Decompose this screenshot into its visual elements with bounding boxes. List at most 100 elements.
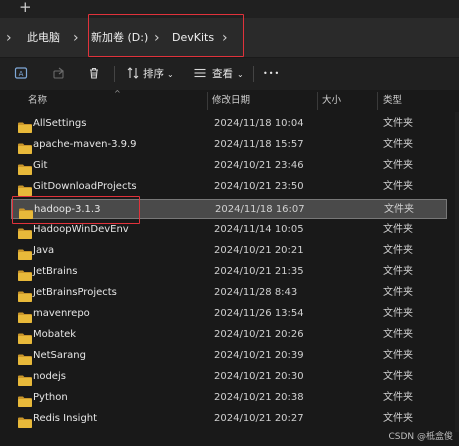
sort-ascending-icon: ^ <box>114 89 121 98</box>
table-row[interactable]: Java 2024/10/21 20:21 文件夹 <box>11 241 447 261</box>
table-row[interactable]: JetBrains 2024/10/21 21:35 文件夹 <box>11 262 447 282</box>
column-modified[interactable]: 修改日期 <box>212 94 250 107</box>
file-type: 文件夹 <box>383 371 413 382</box>
toolbar-separator <box>114 66 115 82</box>
file-type: 文件夹 <box>383 224 413 235</box>
table-row[interactable]: Redis Insight 2024/10/21 20:27 文件夹 <box>11 409 447 429</box>
file-type: 文件夹 <box>383 266 413 277</box>
file-type: 文件夹 <box>383 413 413 424</box>
breadcrumb-item-this-pc[interactable]: 此电脑 <box>27 30 60 46</box>
folder-icon <box>18 392 32 407</box>
file-name: GitDownloadProjects <box>33 181 137 192</box>
table-row[interactable]: JetBrainsProjects 2024/11/28 8:43 文件夹 <box>11 283 447 303</box>
file-name: nodejs <box>33 371 66 382</box>
table-row[interactable]: mavenrepo 2024/11/26 13:54 文件夹 <box>11 304 447 324</box>
folder-icon <box>18 371 32 386</box>
file-modified: 2024/10/21 23:46 <box>214 160 304 171</box>
delete-icon[interactable] <box>86 65 102 81</box>
column-divider[interactable] <box>207 92 208 110</box>
toolbar-separator <box>253 66 254 82</box>
file-modified: 2024/10/21 20:39 <box>214 350 304 361</box>
file-name: AllSettings <box>33 118 87 129</box>
rename-icon[interactable]: A <box>13 65 29 81</box>
table-row[interactable]: Python 2024/10/21 20:38 文件夹 <box>11 388 447 408</box>
file-type: 文件夹 <box>383 287 413 298</box>
scrollbar[interactable] <box>455 112 459 432</box>
column-header: ^ 名称 修改日期 大小 类型 <box>0 89 459 112</box>
highlight-box-breadcrumb <box>88 14 244 57</box>
file-name: HadoopWinDevEnv <box>33 224 129 235</box>
file-type: 文件夹 <box>383 392 413 403</box>
watermark: CSDN @柢盒俊 <box>388 432 453 442</box>
file-modified: 2024/11/18 15:57 <box>214 139 304 150</box>
column-type[interactable]: 类型 <box>383 94 402 107</box>
file-name: Redis Insight <box>33 413 98 424</box>
file-name: Java <box>33 245 55 256</box>
file-modified: 2024/10/21 21:35 <box>214 266 304 277</box>
file-name: Mobatek <box>33 329 77 340</box>
table-row[interactable]: apache-maven-3.9.9 2024/11/18 15:57 文件夹 <box>11 135 447 155</box>
chevron-right-icon[interactable]: › <box>6 30 12 46</box>
file-modified: 2024/10/21 23:50 <box>214 181 304 192</box>
file-modified: 2024/10/21 20:21 <box>214 245 304 256</box>
folder-icon <box>18 139 32 154</box>
file-type: 文件夹 <box>383 245 413 256</box>
file-name: JetBrains <box>33 266 78 277</box>
chevron-right-icon[interactable]: › <box>73 30 79 46</box>
new-tab-button[interactable]: + <box>19 0 32 16</box>
folder-icon <box>18 329 32 344</box>
file-modified: 2024/11/26 13:54 <box>214 308 304 319</box>
file-name: mavenrepo <box>33 308 90 319</box>
file-type: 文件夹 <box>383 329 413 340</box>
file-modified: 2024/10/21 20:38 <box>214 392 304 403</box>
folder-icon <box>18 245 32 260</box>
view-icon[interactable] <box>192 65 208 81</box>
table-row[interactable]: Git 2024/10/21 23:46 文件夹 <box>11 156 447 176</box>
chevron-down-icon[interactable]: ⌄ <box>237 68 244 82</box>
folder-icon <box>18 160 32 175</box>
highlight-box-selected-folder <box>12 196 140 224</box>
file-modified: 2024/11/14 10:05 <box>214 224 304 235</box>
file-name: apache-maven-3.9.9 <box>33 139 137 150</box>
svg-text:A: A <box>19 70 24 78</box>
file-modified: 2024/10/21 20:30 <box>214 371 304 382</box>
command-bar: A 排序 ⌄ 查看 ⌄ ••• <box>0 58 459 90</box>
column-name[interactable]: 名称 <box>28 94 47 107</box>
column-divider[interactable] <box>377 92 378 110</box>
file-type: 文件夹 <box>383 118 413 129</box>
sort-button[interactable]: 排序 <box>143 67 164 81</box>
column-size[interactable]: 大小 <box>322 94 341 107</box>
file-type: 文件夹 <box>383 350 413 361</box>
folder-icon <box>18 308 32 323</box>
file-type: 文件夹 <box>384 204 414 215</box>
table-row[interactable]: nodejs 2024/10/21 20:30 文件夹 <box>11 367 447 387</box>
folder-icon <box>18 181 32 196</box>
file-modified: 2024/11/18 16:07 <box>215 204 305 215</box>
file-type: 文件夹 <box>383 181 413 192</box>
folder-icon <box>18 266 32 281</box>
file-type: 文件夹 <box>383 139 413 150</box>
folder-icon <box>18 224 32 239</box>
folder-icon <box>18 350 32 365</box>
table-row[interactable]: GitDownloadProjects 2024/10/21 23:50 文件夹 <box>11 177 447 197</box>
file-type: 文件夹 <box>383 308 413 319</box>
chevron-down-icon[interactable]: ⌄ <box>167 68 174 82</box>
folder-icon <box>18 287 32 302</box>
column-divider[interactable] <box>317 92 318 110</box>
file-name: Python <box>33 392 68 403</box>
file-name: NetSarang <box>33 350 86 361</box>
file-modified: 2024/11/28 8:43 <box>214 287 298 298</box>
folder-icon <box>18 413 32 428</box>
more-options-button[interactable]: ••• <box>263 67 280 81</box>
file-name: Git <box>33 160 48 171</box>
file-modified: 2024/10/21 20:26 <box>214 329 304 340</box>
file-modified: 2024/10/21 20:27 <box>214 413 304 424</box>
table-row[interactable]: Mobatek 2024/10/21 20:26 文件夹 <box>11 325 447 345</box>
table-row[interactable]: AllSettings 2024/11/18 10:04 文件夹 <box>11 114 447 134</box>
share-icon[interactable] <box>51 65 67 81</box>
folder-icon <box>18 118 32 133</box>
table-row[interactable]: NetSarang 2024/10/21 20:39 文件夹 <box>11 346 447 366</box>
sort-icon[interactable] <box>125 65 141 81</box>
file-modified: 2024/11/18 10:04 <box>214 118 304 129</box>
view-button[interactable]: 查看 <box>212 67 233 81</box>
